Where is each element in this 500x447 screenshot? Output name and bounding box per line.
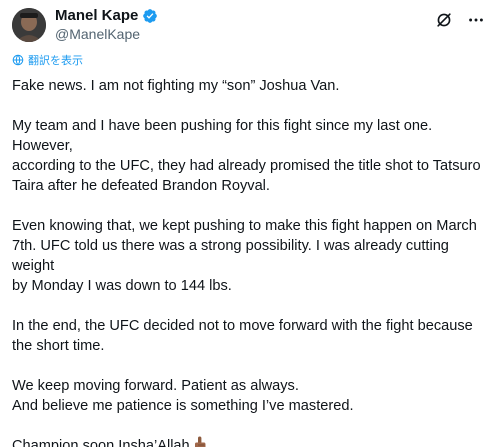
tweet-text: Fake news. I am not fighting my “son” Jo… — [12, 76, 486, 447]
tweet-line: 7th. UFC told us there was a strong poss… — [12, 238, 449, 274]
tweet-header: Manel Kape @ManelKape — [12, 6, 486, 48]
more-icon[interactable] — [466, 10, 486, 30]
header-actions — [434, 10, 486, 30]
tweet-line: according to the UFC, they had already p… — [12, 158, 481, 174]
user-handle[interactable]: @ManelKape — [55, 26, 158, 42]
display-name[interactable]: Manel Kape — [55, 7, 138, 24]
tweet-last-line: Champion soon Insha’Allah — [12, 436, 486, 447]
show-translation-label[interactable]: 翻訳を表示 — [28, 52, 83, 68]
tweet-line: My team and I have been pushing for this… — [12, 118, 433, 154]
tweet-line: Even knowing that, we kept pushing to ma… — [12, 218, 477, 234]
tweet-line: Taira after he defeated Brandon Royval. — [12, 178, 270, 194]
grok-icon[interactable] — [434, 10, 454, 30]
tweet-line: by Monday I was down to 144 lbs. — [12, 278, 232, 294]
tweet-line: We keep moving forward. Patient as alway… — [12, 378, 299, 394]
tweet-paragraph: Fake news. I am not fighting my “son” Jo… — [12, 78, 340, 94]
finger-up-emoji-icon — [193, 436, 207, 447]
display-name-row[interactable]: Manel Kape — [55, 7, 158, 24]
show-translation-link[interactable]: 翻訳を表示 — [12, 53, 486, 67]
tweet-line: And believe me patience is something I’v… — [12, 398, 354, 414]
translate-icon — [12, 54, 24, 66]
tweet-card: Manel Kape @ManelKape 翻訳を表示 Fake news. I… — [0, 0, 500, 447]
user-info: Manel Kape @ManelKape — [55, 6, 158, 42]
avatar[interactable] — [12, 8, 46, 42]
tweet-line: the short time. — [12, 338, 105, 354]
tweet-line: Champion soon Insha’Allah — [12, 438, 190, 447]
verified-badge-icon — [142, 8, 158, 24]
tweet-line: In the end, the UFC decided not to move … — [12, 318, 473, 334]
